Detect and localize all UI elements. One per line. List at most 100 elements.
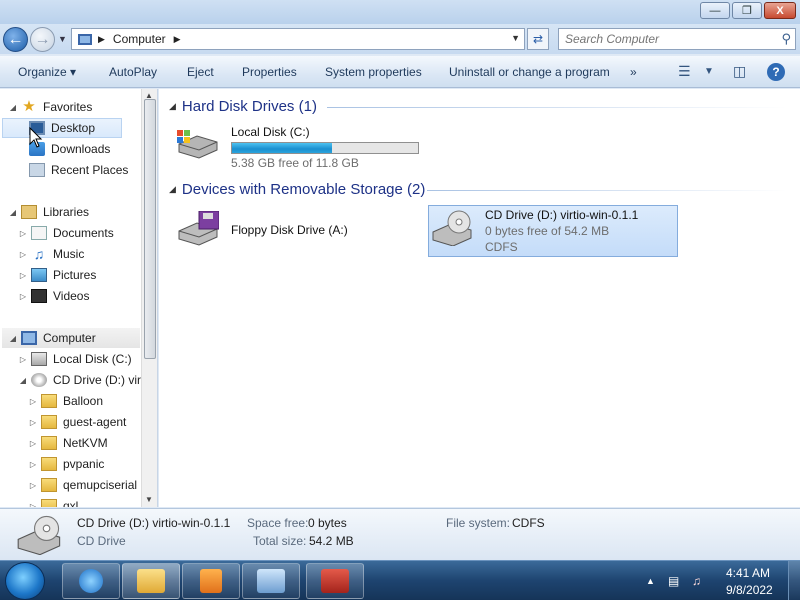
tree-item-cd-drive[interactable]: ◢ CD Drive (D:) virt: [18, 370, 144, 390]
collapse-triangle-icon[interactable]: ◢: [169, 101, 176, 112]
properties-button[interactable]: Properties: [242, 65, 297, 79]
tree-item-music[interactable]: ▷ ♫ Music: [18, 244, 84, 264]
tree-label: qxl: [63, 499, 79, 507]
search-box[interactable]: ⚲: [558, 28, 796, 50]
view-options-dropdown-icon[interactable]: ▼: [704, 66, 714, 77]
tree-item-videos[interactable]: ▷ Videos: [18, 286, 89, 306]
scroll-down-icon[interactable]: ▼: [145, 495, 153, 504]
breadcrumb-computer[interactable]: Computer: [113, 32, 166, 46]
help-icon[interactable]: ?: [767, 63, 785, 81]
tree-item-folder[interactable]: ▷ Balloon: [28, 391, 103, 411]
show-hidden-icons-icon[interactable]: ▲: [646, 576, 655, 586]
expand-triangle-icon[interactable]: ▷: [18, 355, 28, 364]
chevron-right-icon[interactable]: ▶: [174, 34, 181, 45]
space-free-value: 0 bytes: [308, 516, 347, 530]
taskbar-internet-explorer[interactable]: [62, 563, 120, 599]
tree-item-folder[interactable]: ▷ pvpanic: [28, 454, 104, 474]
mouse-cursor-icon: [29, 127, 43, 148]
recent-pages-button[interactable]: ▼: [58, 34, 67, 44]
uninstall-program-button[interactable]: Uninstall or change a program: [449, 65, 610, 79]
eject-button[interactable]: Eject: [187, 65, 214, 79]
drive-item-floppy[interactable]: Floppy Disk Drive (A:): [175, 207, 425, 255]
system-properties-button[interactable]: System properties: [325, 65, 422, 79]
organize-button[interactable]: Organize ▾: [18, 65, 76, 79]
tree-item-folder[interactable]: ▷ qxl: [28, 496, 78, 507]
internet-explorer-icon: [79, 569, 103, 593]
chevron-right-icon[interactable]: ▶: [98, 34, 105, 45]
tree-label: NetKVM: [63, 436, 108, 450]
start-button[interactable]: [5, 562, 45, 600]
expand-triangle-icon[interactable]: ▷: [28, 439, 38, 448]
maximize-button[interactable]: ❐: [732, 2, 762, 19]
tree-item-favorites[interactable]: ◢ ★ Favorites: [8, 97, 92, 117]
expand-triangle-icon[interactable]: ▷: [28, 418, 38, 427]
forward-button[interactable]: →: [30, 27, 55, 52]
hard-drive-icon: [177, 130, 218, 159]
collapse-triangle-icon[interactable]: ◢: [8, 208, 18, 217]
expand-triangle-icon[interactable]: ▷: [18, 292, 28, 301]
collapse-triangle-icon[interactable]: ◢: [8, 334, 18, 343]
expand-triangle-icon[interactable]: ▷: [28, 481, 38, 490]
volume-muted-icon[interactable]: ♫: [692, 574, 701, 588]
navigation-scrollbar[interactable]: ▲ ▼: [141, 89, 157, 507]
tree-item-libraries[interactable]: ◢ Libraries: [8, 202, 89, 222]
preview-pane-icon[interactable]: ◫: [733, 63, 746, 80]
tree-item-folder[interactable]: ▷ NetKVM: [28, 433, 108, 453]
expand-triangle-icon[interactable]: ▷: [18, 229, 28, 238]
group-header-removable-storage[interactable]: ◢ Devices with Removable Storage (2): [169, 181, 425, 198]
autoplay-button[interactable]: AutoPlay: [109, 65, 157, 79]
tree-label: Documents: [53, 226, 114, 240]
tree-item-folder[interactable]: ▷ guest-agent: [28, 412, 126, 432]
expand-triangle-icon[interactable]: ▷: [28, 460, 38, 469]
scroll-thumb[interactable]: [144, 99, 156, 359]
refresh-icon: ⇄: [532, 32, 544, 46]
title-bar: — ❐ X: [0, 0, 800, 24]
search-input[interactable]: [565, 32, 765, 46]
navigation-pane: ◢ ★ Favorites Desktop Downloads Recent P…: [0, 89, 158, 507]
tree-label: Downloads: [51, 142, 111, 156]
clock-time[interactable]: 4:41 AM: [726, 566, 770, 580]
search-icon[interactable]: ⚲: [781, 31, 791, 47]
pictures-icon: [31, 268, 47, 282]
tree-item-recent-places[interactable]: Recent Places: [29, 160, 128, 180]
tree-label: guest-agent: [63, 415, 127, 429]
taskbar-toolbox[interactable]: [306, 563, 364, 599]
tree-item-computer[interactable]: ◢ Computer: [2, 328, 140, 348]
address-bar[interactable]: ▶ Computer ▶ ▼: [71, 28, 525, 50]
group-header-hard-disk-drives[interactable]: ◢ Hard Disk Drives (1): [169, 98, 317, 115]
expand-triangle-icon[interactable]: ▷: [18, 271, 28, 280]
total-size-value: 54.2 MB: [309, 534, 354, 548]
arrow-right-icon: →: [34, 30, 51, 48]
collapse-triangle-icon[interactable]: ◢: [8, 103, 18, 112]
address-dropdown-icon[interactable]: ▼: [511, 33, 520, 43]
refresh-button[interactable]: ⇄: [527, 28, 549, 50]
tree-label: Favorites: [43, 100, 93, 114]
clock-date[interactable]: 9/8/2022: [726, 583, 773, 597]
change-view-icon[interactable]: ☰: [678, 63, 691, 80]
show-desktop-button[interactable]: [788, 561, 800, 600]
expand-triangle-icon[interactable]: ▷: [28, 397, 38, 406]
tree-item-local-disk[interactable]: ▷ Local Disk (C:): [18, 349, 132, 369]
tree-item-desktop[interactable]: Desktop: [2, 118, 122, 138]
tree-item-documents[interactable]: ▷ Documents: [18, 223, 114, 243]
drive-name: Local Disk (C:): [231, 125, 310, 139]
tree-label: pvpanic: [63, 457, 105, 471]
tree-item-pictures[interactable]: ▷ Pictures: [18, 265, 96, 285]
taskbar-media-player[interactable]: [182, 563, 240, 599]
more-commands-button[interactable]: »: [630, 65, 637, 79]
back-button[interactable]: ←: [3, 27, 28, 52]
tree-item-folder[interactable]: ▷ qemupciserial: [28, 475, 137, 495]
taskbar: ▲ ▤ ♫ 4:41 AM 9/8/2022: [0, 560, 800, 600]
taskbar-windows-explorer[interactable]: [122, 563, 180, 599]
minimize-button[interactable]: —: [700, 2, 730, 19]
expand-triangle-icon[interactable]: ▷: [18, 250, 28, 259]
drive-item-local-disk[interactable]: Local Disk (C:) 5.38 GB free of 11.8 GB: [175, 122, 425, 172]
expand-triangle-icon[interactable]: ▷: [28, 502, 38, 508]
drive-item-cd-drive[interactable]: CD Drive (D:) virtio-win-0.1.1 0 bytes f…: [428, 205, 678, 257]
network-icon[interactable]: ▤: [668, 574, 679, 588]
collapse-triangle-icon[interactable]: ◢: [169, 184, 176, 195]
drive-name: Floppy Disk Drive (A:): [231, 223, 348, 237]
collapse-triangle-icon[interactable]: ◢: [18, 376, 28, 385]
taskbar-control-panel[interactable]: [242, 563, 300, 599]
close-button[interactable]: X: [764, 2, 796, 19]
